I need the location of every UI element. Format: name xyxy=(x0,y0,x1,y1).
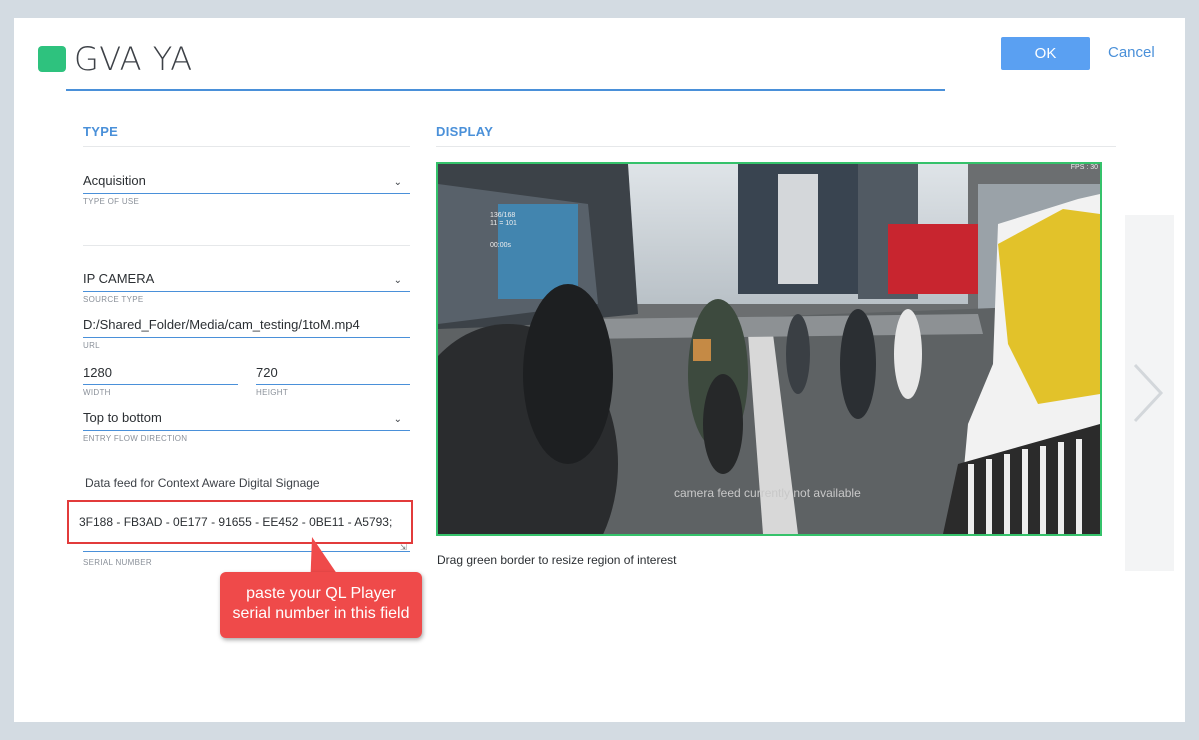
cancel-button[interactable]: Cancel xyxy=(1108,44,1155,61)
camera-preview[interactable]: 136/168 11 = 101 00:00s FPS : 30 camera … xyxy=(436,162,1102,536)
serial-number-field[interactable]: 3F188 - FB3AD - 0E177 - 91655 - EE452 - … xyxy=(67,500,413,544)
width-input[interactable]: 1280 WIDTH xyxy=(83,365,238,397)
field-underline xyxy=(83,193,410,194)
source-type-value: IP CAMERA xyxy=(83,271,155,286)
field-underline xyxy=(83,551,410,552)
height-input[interactable]: 720 HEIGHT xyxy=(256,365,410,397)
resize-grip-icon[interactable]: ⇲ xyxy=(400,544,410,552)
source-type-caption: SOURCE TYPE xyxy=(83,295,144,304)
height-value: 720 xyxy=(256,365,278,380)
title-underline xyxy=(66,89,945,91)
fps-label: FPS : 30 xyxy=(1070,164,1098,171)
type-of-use-value: Acquisition xyxy=(83,173,146,188)
entry-flow-select[interactable]: Top to bottom ⌄ ENTRY FLOW DIRECTION xyxy=(83,410,410,443)
serial-number-value: 3F188 - FB3AD - 0E177 - 91655 - EE452 - … xyxy=(79,515,393,529)
width-caption: WIDTH xyxy=(83,388,111,397)
display-section-divider xyxy=(436,146,1116,147)
chevron-down-icon: ⌄ xyxy=(393,414,402,425)
chevron-down-icon: ⌄ xyxy=(393,275,402,286)
width-value: 1280 xyxy=(83,365,112,380)
field-underline xyxy=(83,384,238,385)
entry-flow-value: Top to bottom xyxy=(83,410,162,425)
type-of-use-caption: TYPE OF USE xyxy=(83,197,140,206)
ok-button[interactable]: OK xyxy=(1001,37,1090,70)
callout-line: paste your QL Player xyxy=(246,585,396,602)
data-feed-label: Data feed for Context Aware Digital Sign… xyxy=(85,476,320,490)
url-value: D:/Shared_Folder/Media/cam_testing/1toM.… xyxy=(83,317,360,332)
display-section-heading: DISPLAY xyxy=(436,124,494,139)
dialog: GVA YA OK Cancel TYPE Acquisition ⌄ TYPE… xyxy=(14,18,1185,722)
serial-number-caption: SERIAL NUMBER xyxy=(83,558,152,567)
entry-flow-caption: ENTRY FLOW DIRECTION xyxy=(83,434,188,443)
type-of-use-select[interactable]: Acquisition ⌄ TYPE OF USE xyxy=(83,173,410,206)
field-underline xyxy=(256,384,410,385)
roi-hint: Drag green border to resize region of in… xyxy=(437,553,677,567)
type-section-heading: TYPE xyxy=(83,124,119,139)
url-input[interactable]: D:/Shared_Folder/Media/cam_testing/1toM.… xyxy=(83,317,410,350)
color-swatch[interactable] xyxy=(38,46,66,72)
annotation-callout: paste your QL Player serial number in th… xyxy=(220,572,422,638)
source-type-select[interactable]: IP CAMERA ⌄ SOURCE TYPE xyxy=(83,271,410,304)
type-section-divider xyxy=(83,146,410,147)
video-stats-overlay: 136/168 11 = 101 00:00s xyxy=(490,212,517,250)
field-underline xyxy=(83,337,410,338)
height-caption: HEIGHT xyxy=(256,388,289,397)
street-scene-image xyxy=(438,164,1100,534)
field-underline xyxy=(83,430,410,431)
page-title: GVA YA xyxy=(74,40,193,78)
overlay-line: 00:00s xyxy=(490,242,512,249)
overlay-line: 136/168 xyxy=(490,212,516,219)
divider xyxy=(83,245,410,246)
overlay-line: 11 = 101 xyxy=(490,220,517,227)
callout-line: serial number in this field xyxy=(232,605,410,622)
chevron-right-icon[interactable] xyxy=(1131,361,1165,430)
url-caption: URL xyxy=(83,341,100,350)
field-underline xyxy=(83,291,410,292)
chevron-down-icon: ⌄ xyxy=(393,177,402,188)
feed-status-message: camera feed currently not available xyxy=(674,486,861,500)
